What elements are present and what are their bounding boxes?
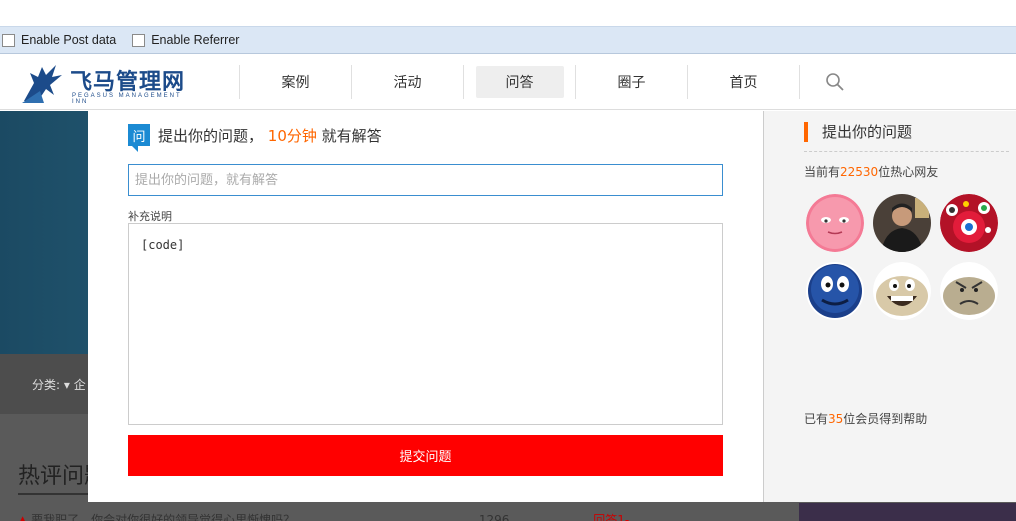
page: Enable Post data Enable Referrer 飞马管理网 P… <box>0 0 1016 521</box>
enable-post-data-toggle[interactable]: Enable Post data <box>2 33 116 47</box>
sidebar: 提出你的问题 当前有22530位热心网友 已有35位会员得到帮助 <box>763 111 1016 502</box>
site-logo[interactable]: 飞马管理网 PEGASUS MANAGEMENT INN <box>20 61 190 105</box>
post-data-checkbox[interactable] <box>2 33 15 47</box>
enable-referrer-toggle[interactable]: Enable Referrer <box>132 33 239 47</box>
question-input[interactable] <box>128 164 723 196</box>
question-icon: 问 <box>128 124 150 152</box>
main-nav: 案例 活动 问答 圈子 首页 <box>239 65 800 99</box>
logo-subtitle: PEGASUS MANAGEMENT INN <box>72 93 182 105</box>
post-data-label: Enable Post data <box>21 33 117 47</box>
helped-members-count: 已有35位会员得到帮助 <box>804 412 928 426</box>
pink-face-avatar[interactable] <box>806 194 864 252</box>
red-orb-avatar[interactable] <box>940 194 998 252</box>
man-photo-avatar[interactable] <box>873 194 931 252</box>
nav-item-events[interactable]: 活动 <box>352 65 463 99</box>
grumpy-face-avatar[interactable] <box>940 262 998 320</box>
category-filter-label: 分类: ▾ 企 <box>32 378 86 392</box>
referrer-label: Enable Referrer <box>151 33 240 47</box>
flag-icon: ▲ <box>18 513 28 521</box>
nav-item-home[interactable]: 首页 <box>688 65 799 99</box>
blue-face-avatar[interactable] <box>806 262 864 320</box>
laughing-face-avatar[interactable] <box>873 262 931 320</box>
submit-question-button[interactable]: 提交问题 <box>128 435 723 476</box>
nav-item-cases[interactable]: 案例 <box>240 65 351 99</box>
modal-title: 提出你的问题， 10分钟 就有解答 <box>158 127 382 145</box>
site-header: 飞马管理网 PEGASUS MANAGEMENT INN 案例 活动 问答 圈子… <box>0 55 1016 110</box>
question-row: ▲ 要我职了，你会对你很好的领导觉得心里惭愧吗？ 1296 回答1- <box>18 511 629 521</box>
nav-item-qa[interactable]: 问答 <box>464 65 575 99</box>
referrer-checkbox[interactable] <box>132 33 146 47</box>
ask-question-modal: 问 提出你的问题， 10分钟 就有解答 补充说明 [code] 提交问题 <box>88 111 763 502</box>
nav-item-circles[interactable]: 圈子 <box>576 65 687 99</box>
extra-info-textarea[interactable]: [code] <box>128 223 723 425</box>
logo-text: 飞马管理网 <box>70 70 186 95</box>
active-users-count: 当前有22530位热心网友 <box>804 165 939 179</box>
pegasus-icon <box>22 65 62 103</box>
search-icon[interactable] <box>825 72 845 92</box>
sidebar-title: 提出你的问题 <box>804 122 912 142</box>
browser-toolbar: Enable Post data Enable Referrer <box>0 26 1016 54</box>
extra-info-label: 补充说明 <box>128 210 172 223</box>
